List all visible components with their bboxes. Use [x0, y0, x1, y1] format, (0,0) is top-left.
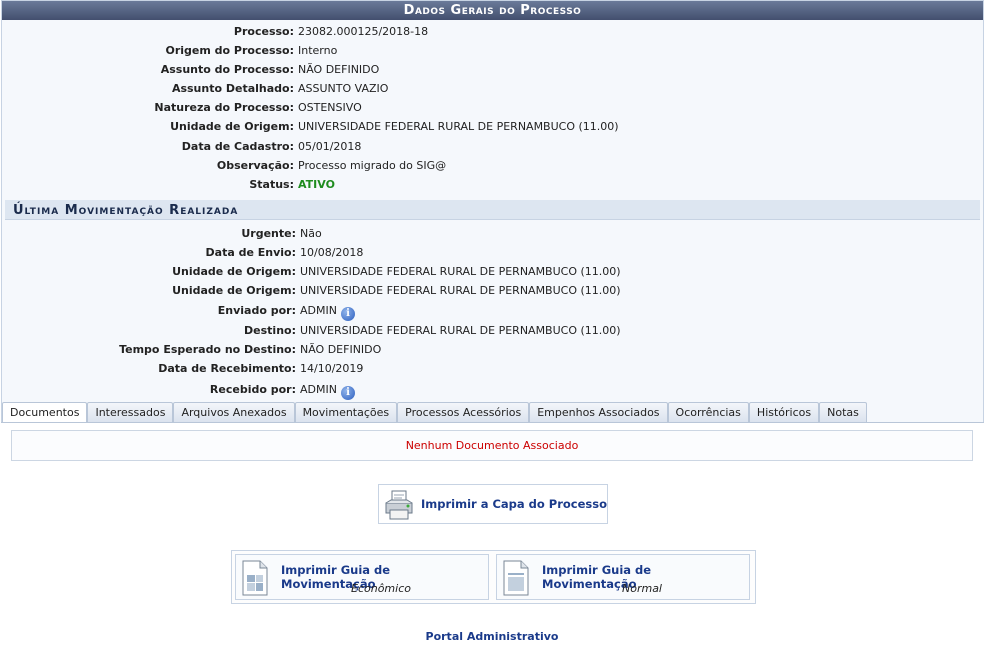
detail-row-status: Status: ATIVO: [2, 175, 983, 194]
detail-label: Unidade de Origem:: [170, 120, 294, 134]
detail-value: UNIVERSIDADE FEDERAL RURAL DE PERNAMBUCO…: [300, 284, 621, 298]
detail-row-destino: Destino: UNIVERSIDADE FEDERAL RURAL DE P…: [2, 321, 983, 340]
detail-label: Destino:: [244, 324, 296, 338]
receiver-name: ADMIN: [300, 382, 337, 396]
detail-row-enviado-por: Enviado por: ADMIN i: [2, 300, 983, 322]
detail-value: Processo migrado do SIG@: [298, 158, 447, 172]
detail-value: OSTENSIVO: [298, 101, 362, 115]
guide-normal-subtitle: Normal: [622, 582, 662, 595]
detail-row-data-envio: Data de Envio: 10/08/2018: [2, 243, 983, 262]
movement-guide-group: Imprimir Guia de Movimentação Econômico …: [231, 550, 756, 604]
detail-label: Assunto do Processo:: [160, 63, 294, 77]
portal-admin-link[interactable]: Portal Administrativo: [0, 630, 984, 643]
detail-label: Urgente:: [241, 226, 296, 240]
detail-row-processo: Processo: 23082.000125/2018-18: [2, 22, 983, 41]
detail-label: Recebido por:: [209, 382, 296, 396]
detail-row-unidade-origem-1: Unidade de Origem: UNIVERSIDADE FEDERAL …: [2, 262, 983, 281]
printer-icon: [385, 490, 413, 520]
info-icon[interactable]: i: [340, 385, 355, 400]
tab-empenhos-associados[interactable]: Empenhos Associados: [529, 402, 668, 422]
detail-value: Interno: [298, 44, 338, 58]
tab-arquivos-anexados[interactable]: Arquivos Anexados: [173, 402, 295, 422]
detail-value: 05/01/2018: [298, 139, 362, 153]
tab-movimentacoes[interactable]: Movimentações: [294, 402, 398, 422]
detail-value: ASSUNTO VAZIO: [298, 82, 389, 96]
sender-name: ADMIN: [300, 304, 337, 318]
detail-value: NÃO DEFINIDO: [298, 63, 380, 77]
process-details-panel: Dados Gerais do Processo Processo: 23082…: [1, 0, 984, 470]
detail-row-natureza: Natureza do Processo: OSTENSIVO: [2, 98, 983, 117]
guide-economic-subtitle: Econômico: [351, 582, 411, 595]
tab-historicos[interactable]: Históricos: [748, 402, 820, 422]
detail-value: UNIVERSIDADE FEDERAL RURAL DE PERNAMBUCO…: [298, 120, 619, 134]
detail-value: ADMIN i: [300, 300, 355, 322]
detail-label: Enviado por:: [217, 304, 296, 318]
detail-label: Data de Recebimento:: [158, 362, 296, 376]
detail-label: Assunto Detalhado:: [171, 82, 294, 96]
detail-label: Observação:: [216, 158, 294, 172]
detail-label: Tempo Esperado no Destino:: [119, 343, 296, 357]
detail-label: Origem do Processo:: [165, 44, 294, 58]
detail-label: Data de Cadastro:: [181, 139, 294, 153]
status-badge: ATIVO: [298, 177, 335, 191]
section-title-last-movement: Última Movimentação Realizada: [5, 199, 980, 220]
panel-title: Dados Gerais do Processo: [2, 1, 983, 20]
detail-label: Data de Envio:: [205, 245, 296, 259]
detail-row-assunto: Assunto do Processo: NÃO DEFINIDO: [2, 60, 983, 79]
detail-row-data-recebimento: Data de Recebimento: 14/10/2019: [2, 359, 983, 378]
detail-value: UNIVERSIDADE FEDERAL RURAL DE PERNAMBUCO…: [300, 265, 621, 279]
detail-label: Unidade de Origem:: [172, 265, 296, 279]
detail-value: 10/08/2018: [300, 245, 364, 259]
detail-label: Natureza do Processo:: [154, 101, 294, 115]
detail-value: NÃO DEFINIDO: [300, 343, 382, 357]
detail-row-data-cadastro: Data de Cadastro: 05/01/2018: [2, 137, 983, 156]
detail-value: ADMIN i: [300, 379, 355, 400]
tab-content-documentos: Nenhum Documento Associado: [1, 422, 984, 470]
detail-value: UNIVERSIDADE FEDERAL RURAL DE PERNAMBUCO…: [300, 324, 621, 338]
detail-label: Unidade de Origem:: [172, 284, 296, 298]
print-guide-normal-button[interactable]: Imprimir Guia de Movimentação Normal: [496, 554, 750, 600]
detail-value: Não: [300, 226, 322, 240]
general-data-list: Processo: 23082.000125/2018-18 Origem do…: [2, 20, 983, 194]
detail-label: Status:: [249, 177, 294, 191]
tab-ocorrencias[interactable]: Ocorrências: [667, 402, 749, 422]
detail-value: 23082.000125/2018-18: [298, 25, 429, 38]
detail-value: 14/10/2019: [300, 362, 364, 376]
detail-row-origem: Origem do Processo: Interno: [2, 41, 983, 60]
detail-row-recebido-por: Recebido por: ADMIN i: [2, 379, 983, 400]
detail-row-observacao: Observação: Processo migrado do SIG@: [2, 156, 983, 175]
detail-row-unidade-origem-2: Unidade de Origem: UNIVERSIDADE FEDERAL …: [2, 281, 983, 300]
tab-interessados[interactable]: Interessados: [87, 402, 174, 422]
tab-bar: Documentos Interessados Arquivos Anexados M…: [2, 402, 867, 423]
detail-label: Processo:: [233, 25, 294, 38]
empty-message: Nenhum Documento Associado: [11, 430, 973, 461]
print-cover-button[interactable]: Imprimir a Capa do Processo: [378, 484, 608, 524]
print-cover-label: Imprimir a Capa do Processo: [421, 497, 608, 511]
tab-processos-acessorios[interactable]: Processos Acessórios: [397, 402, 530, 422]
tab-notas[interactable]: Notas: [819, 402, 867, 422]
last-movement-list: Urgente: Não Data de Envio: 10/08/2018 U…: [2, 222, 983, 400]
info-icon[interactable]: i: [340, 307, 355, 322]
detail-row-assunto-detalhado: Assunto Detalhado: ASSUNTO VAZIO: [2, 79, 983, 98]
detail-row-unidade-origem: Unidade de Origem: UNIVERSIDADE FEDERAL …: [2, 117, 983, 136]
detail-row-tempo-esperado: Tempo Esperado no Destino: NÃO DEFINIDO: [2, 340, 983, 359]
tab-documentos[interactable]: Documentos: [2, 402, 88, 423]
print-guide-economic-button[interactable]: Imprimir Guia de Movimentação Econômico: [235, 554, 489, 600]
detail-row-urgente: Urgente: Não: [2, 224, 983, 243]
